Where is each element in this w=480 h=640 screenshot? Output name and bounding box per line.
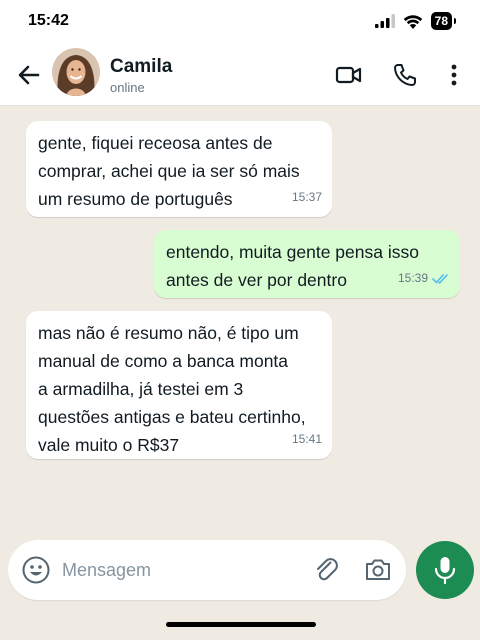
back-arrow-icon[interactable] (14, 60, 44, 90)
wifi-icon (403, 14, 422, 29)
message-time-text: 15:37 (291, 190, 322, 204)
attach-clip-icon[interactable] (310, 554, 342, 586)
message-time: 15:39 (398, 264, 450, 292)
emoji-icon[interactable] (20, 554, 52, 586)
message-incoming[interactable]: mas não é resumo não, é tipo um manual d… (26, 311, 332, 459)
chat-area: gente, fiquei receosa antes de comprar, … (0, 107, 480, 527)
status-time: 15:42 (28, 12, 69, 29)
message-text: mas não é resumo não, é tipo um manual d… (38, 323, 306, 455)
chat-header: Camila online (0, 44, 480, 106)
message-time-text: 15:39 (397, 271, 428, 285)
message-time-text: 15:41 (291, 432, 322, 446)
message-outgoing[interactable]: entendo, muita gente pensa isso antes de… (154, 230, 460, 298)
read-ticks-icon (432, 273, 448, 284)
avatar[interactable] (52, 48, 100, 96)
video-call-icon[interactable] (334, 60, 364, 90)
status-icons: 78 (374, 12, 457, 30)
message-incoming[interactable]: gente, fiquei receosa antes de comprar, … (26, 121, 332, 217)
battery-indicator: 78 (430, 12, 457, 30)
message-text: gente, fiquei receosa antes de comprar, … (38, 133, 300, 209)
signal-icon (374, 14, 395, 28)
message-time: 15:41 (292, 425, 322, 453)
contact-name[interactable]: Camila (110, 56, 172, 78)
message-composer (8, 540, 406, 600)
phone-icon[interactable] (390, 60, 420, 90)
home-indicator (166, 622, 316, 627)
status-bar: 15:42 78 (0, 0, 480, 44)
message-time: 15:37 (292, 183, 322, 211)
microphone-icon (434, 557, 456, 585)
more-vert-icon[interactable] (439, 60, 469, 90)
microphone-button[interactable] (416, 541, 474, 599)
message-input[interactable] (62, 552, 302, 588)
camera-icon[interactable] (362, 554, 394, 586)
contact-status: online (110, 80, 145, 95)
